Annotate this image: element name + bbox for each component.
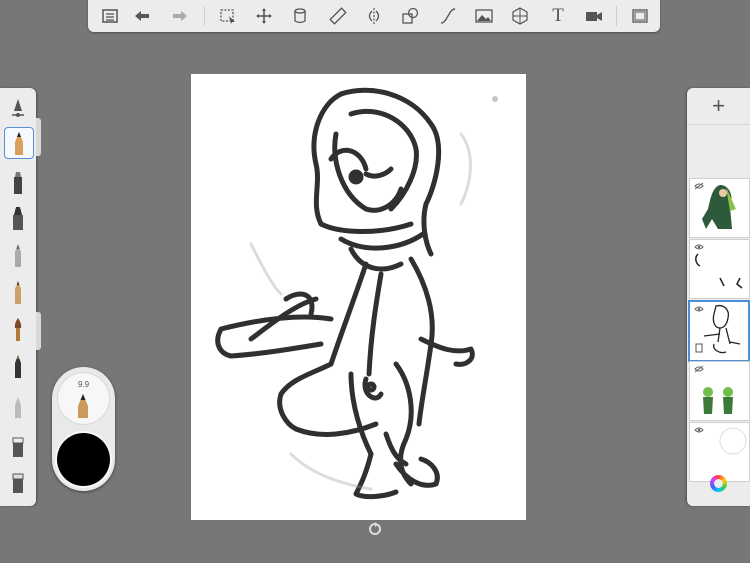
redo-arrow-icon bbox=[173, 11, 187, 21]
transform-button[interactable] bbox=[252, 5, 276, 27]
bucket-icon bbox=[294, 8, 306, 24]
paintbrush-icon bbox=[14, 318, 22, 341]
layer-thumbnail[interactable] bbox=[689, 178, 750, 238]
record-button[interactable] bbox=[582, 5, 606, 27]
eye-closed-icon bbox=[694, 365, 704, 373]
paintbrush-brush[interactable] bbox=[4, 314, 32, 344]
gallery-button[interactable] bbox=[98, 5, 122, 27]
current-color-swatch[interactable] bbox=[57, 433, 110, 486]
brush-puck[interactable]: 9.9 bbox=[52, 367, 115, 491]
marker-brush[interactable] bbox=[4, 167, 32, 197]
eye-closed-icon bbox=[694, 182, 704, 190]
layer-thumbnail[interactable] bbox=[689, 422, 750, 482]
chisel-icon bbox=[13, 207, 23, 230]
text-button[interactable]: T bbox=[546, 5, 570, 27]
ink-pen-brush[interactable] bbox=[4, 351, 32, 381]
pencil-brush[interactable] bbox=[4, 127, 34, 159]
smudge-icon bbox=[15, 397, 21, 418]
ballpoint-brush[interactable] bbox=[4, 277, 32, 307]
airbrush-brush[interactable] bbox=[4, 240, 32, 270]
palette-drag-handle[interactable] bbox=[36, 312, 41, 350]
perspective-grid-icon bbox=[512, 7, 528, 25]
brush-size-label: 9.9 bbox=[77, 380, 90, 389]
eraser-soft-icon bbox=[12, 473, 24, 493]
brush-settings-button[interactable] bbox=[4, 93, 32, 123]
ruler-icon bbox=[329, 7, 347, 25]
layer-thumbnail[interactable] bbox=[688, 300, 750, 362]
pen-icon bbox=[15, 281, 21, 304]
eye-open-icon bbox=[694, 427, 704, 433]
redo-button[interactable] bbox=[168, 5, 192, 27]
palette-drag-handle[interactable] bbox=[36, 118, 41, 156]
marker-icon bbox=[14, 172, 22, 194]
fill-button[interactable] bbox=[288, 5, 312, 27]
top-toolbar: T bbox=[88, 0, 660, 32]
smudge-brush[interactable] bbox=[4, 391, 32, 421]
shapes-icon bbox=[402, 7, 419, 24]
rotate-icon bbox=[369, 522, 381, 535]
brush-settings-icon bbox=[12, 99, 24, 117]
eraser-soft-brush[interactable] bbox=[4, 466, 32, 496]
curve-button[interactable] bbox=[436, 5, 460, 27]
shape-button[interactable] bbox=[398, 5, 422, 27]
image-icon bbox=[475, 9, 493, 23]
color-wheel-button[interactable] bbox=[710, 475, 727, 492]
symmetry-icon bbox=[368, 8, 380, 24]
eraser-icon bbox=[12, 437, 24, 457]
layer-thumbnail[interactable] bbox=[689, 361, 750, 421]
drawing-canvas[interactable] bbox=[191, 74, 526, 520]
brush-palette bbox=[0, 88, 36, 506]
chisel-marker-brush[interactable] bbox=[4, 203, 32, 233]
list-icon bbox=[102, 9, 118, 23]
curve-icon bbox=[440, 8, 456, 24]
eye-open-icon bbox=[694, 244, 704, 250]
move-icon bbox=[256, 8, 272, 24]
perspective-button[interactable] bbox=[508, 5, 532, 27]
selection-icon bbox=[220, 9, 235, 24]
toolbar-divider bbox=[204, 6, 205, 26]
video-icon bbox=[586, 12, 602, 21]
fullscreen-icon bbox=[632, 9, 648, 23]
ink-icon bbox=[15, 355, 21, 378]
selection-button[interactable] bbox=[216, 5, 240, 27]
symmetry-button[interactable] bbox=[362, 5, 386, 27]
fullscreen-button[interactable] bbox=[628, 5, 652, 27]
eraser-hard-brush[interactable] bbox=[4, 430, 32, 460]
layer-thumbnail[interactable] bbox=[689, 239, 750, 299]
airbrush-icon bbox=[15, 244, 21, 267]
canvas-rotate-handle[interactable] bbox=[368, 522, 382, 536]
layer-panel: + bbox=[687, 88, 750, 506]
pencil-icon bbox=[15, 132, 23, 155]
brush-size-control[interactable]: 9.9 bbox=[57, 372, 110, 425]
image-button[interactable] bbox=[472, 5, 496, 27]
undo-button[interactable] bbox=[130, 5, 154, 27]
toolbar-divider bbox=[616, 6, 617, 26]
undo-arrow-icon bbox=[135, 11, 149, 21]
sketch-drawing bbox=[215, 87, 498, 500]
eye-open-icon bbox=[694, 306, 704, 312]
add-layer-button[interactable]: + bbox=[687, 88, 750, 125]
ruler-button[interactable] bbox=[326, 5, 350, 27]
pencil-tip-icon bbox=[78, 394, 88, 418]
